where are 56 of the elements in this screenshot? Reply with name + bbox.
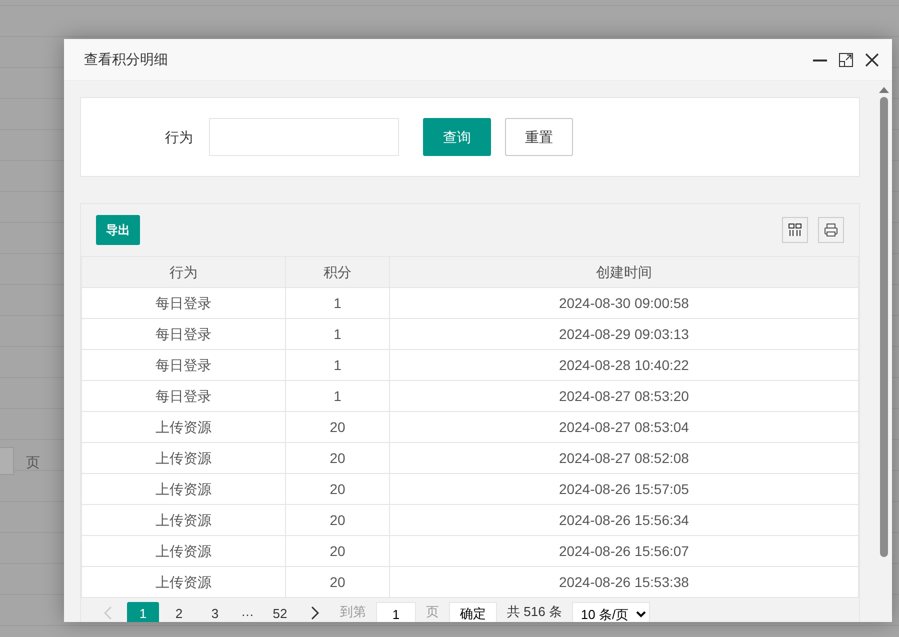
page-button[interactable]: 52	[264, 602, 296, 622]
dialog-title: 查看积分明细	[84, 50, 169, 69]
table-cell: 20	[286, 474, 390, 504]
table-cell: 2024-08-26 15:57:05	[389, 474, 858, 504]
page-input[interactable]: 1	[376, 602, 416, 622]
column-header: 积分	[286, 256, 390, 288]
table-cell: 2024-08-27 08:52:08	[389, 442, 858, 474]
columns-button[interactable]	[782, 217, 808, 243]
close-icon[interactable]	[864, 52, 880, 68]
columns-icon	[787, 222, 803, 238]
export-button[interactable]: 导出	[96, 215, 140, 245]
maximize-icon[interactable]	[838, 52, 854, 68]
table-cell: 每日登录	[82, 288, 286, 318]
chevron-right-icon	[311, 606, 319, 620]
total-count: 共 516 条	[507, 603, 562, 621]
page-button[interactable]: 1	[127, 602, 159, 622]
table-cell: 2024-08-28 10:40:22	[389, 350, 858, 380]
reset-button[interactable]: 重置	[505, 118, 573, 156]
chevron-left-icon	[104, 606, 112, 620]
table-cell: 1	[286, 380, 390, 412]
print-button[interactable]	[818, 217, 844, 243]
print-icon	[823, 222, 839, 238]
table-cell: 2024-08-26 15:56:07	[389, 536, 858, 566]
column-header: 创建时间	[389, 256, 858, 288]
table-cell: 2024-08-29 09:03:13	[389, 318, 858, 350]
table-cell: 每日登录	[82, 350, 286, 380]
table-cell: 上传资源	[82, 536, 286, 566]
table-cell: 20	[286, 442, 390, 474]
table-cell: 1	[286, 288, 390, 318]
scroll-up-icon[interactable]	[879, 87, 889, 93]
table-cell: 20	[286, 504, 390, 536]
goto-label: 到第	[340, 603, 366, 621]
table-cell: 上传资源	[82, 504, 286, 536]
table-cell: 20	[286, 536, 390, 566]
table-cell: 上传资源	[82, 442, 286, 474]
table-cell: 1	[286, 318, 390, 350]
table-cell: 每日登录	[82, 380, 286, 412]
field-label: 行为	[165, 128, 193, 146]
table-cell: 2024-08-26 15:56:34	[389, 504, 858, 536]
table-cell: 2024-08-27 08:53:20	[389, 380, 858, 412]
page-size-select[interactable]: 10 条/页	[572, 602, 650, 622]
table-cell: 1	[286, 350, 390, 380]
table-cell: 上传资源	[82, 412, 286, 442]
unit-text: 页	[26, 453, 40, 472]
page-button[interactable]: 3	[199, 602, 231, 622]
column-header: 行为	[82, 256, 286, 288]
table-cell: 20	[286, 412, 390, 442]
table-cell: 2024-08-27 08:53:04	[389, 412, 858, 442]
table-cell: 每日登录	[82, 318, 286, 350]
table-cell: 2024-08-30 09:00:58	[389, 288, 858, 318]
page-button[interactable]: 2	[163, 602, 195, 622]
search-button[interactable]: 查询	[423, 118, 491, 156]
ellipsis-text: …	[241, 603, 254, 621]
unit-text: 页	[426, 603, 439, 621]
table-cell: 上传资源	[82, 474, 286, 504]
confirm-button[interactable]: 确定	[449, 602, 497, 622]
